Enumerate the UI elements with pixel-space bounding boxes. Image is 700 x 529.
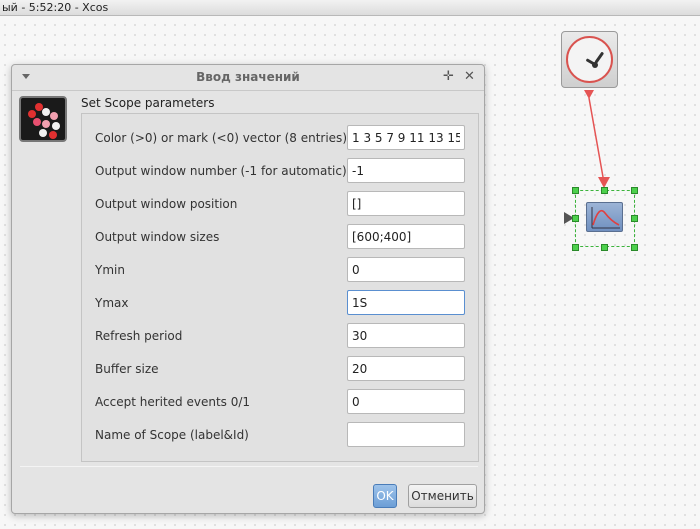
ok-button[interactable]: OK xyxy=(373,484,397,508)
clock-block[interactable] xyxy=(561,31,618,88)
field-label-refresh-period: Refresh period xyxy=(95,329,183,343)
clock-icon xyxy=(566,36,613,83)
resize-handle[interactable] xyxy=(572,187,579,194)
scope-curve xyxy=(591,207,620,229)
ymax-input[interactable] xyxy=(347,290,465,315)
refresh-period-input[interactable] xyxy=(347,323,465,348)
palette-dot xyxy=(42,108,50,116)
field-label-ymax: Ymax xyxy=(95,296,129,310)
window-sizes-input[interactable] xyxy=(347,224,465,249)
cancel-button[interactable]: Отменить xyxy=(408,484,477,508)
palette-dot xyxy=(50,112,58,120)
palette-dot xyxy=(33,118,41,126)
palette-dot xyxy=(28,110,36,118)
parameters-dialog: Ввод значений ✛ ✕ Set Scope parameters C… xyxy=(11,64,485,514)
field-label-color: Color (>0) or mark (<0) vector (8 entrie… xyxy=(95,131,347,145)
link-line xyxy=(588,97,604,178)
field-label-scope-name: Name of Scope (label&Id) xyxy=(95,428,249,442)
scope-name-input[interactable] xyxy=(347,422,465,447)
resize-handle[interactable] xyxy=(631,215,638,222)
palette-dot xyxy=(42,120,50,128)
resize-handle[interactable] xyxy=(601,244,608,251)
resize-handle[interactable] xyxy=(601,187,608,194)
palette-dot xyxy=(49,131,57,139)
window-position-input[interactable] xyxy=(347,191,465,216)
field-label-window-position: Output window position xyxy=(95,197,238,211)
clock-output-port xyxy=(584,90,594,99)
section-title: Set Scope parameters xyxy=(81,96,215,110)
dialog-separator xyxy=(20,466,478,467)
field-label-buffer-size: Buffer size xyxy=(95,362,159,376)
pin-icon[interactable]: ✛ xyxy=(443,69,454,84)
color-vector-input[interactable] xyxy=(347,125,465,150)
close-icon[interactable]: ✕ xyxy=(464,69,475,84)
window-number-input[interactable] xyxy=(347,158,465,183)
dialog-title: Ввод значений xyxy=(196,70,300,84)
ymin-input[interactable] xyxy=(347,257,465,282)
buffer-size-input[interactable] xyxy=(347,356,465,381)
resize-handle[interactable] xyxy=(572,244,579,251)
palette-dot xyxy=(52,122,60,130)
window-titlebar: ый - 5:52:20 - Xcos xyxy=(0,0,700,16)
resize-handle[interactable] xyxy=(631,244,638,251)
resize-handle[interactable] xyxy=(631,187,638,194)
window-title: ый - 5:52:20 - Xcos xyxy=(2,1,109,14)
clock-center xyxy=(592,62,598,68)
field-label-window-sizes: Output window sizes xyxy=(95,230,220,244)
palette-dot xyxy=(39,129,47,137)
dialog-header: Ввод значений ✛ ✕ xyxy=(12,65,484,91)
palette-icon xyxy=(19,96,67,142)
resize-handle[interactable] xyxy=(572,215,579,222)
field-label-ymin: Ymin xyxy=(95,263,125,277)
field-label-herited-events: Accept herited events 0/1 xyxy=(95,395,251,409)
field-label-window-number: Output window number (-1 for automatic) xyxy=(95,164,347,178)
herited-events-input[interactable] xyxy=(347,389,465,414)
scope-icon[interactable] xyxy=(586,202,623,232)
